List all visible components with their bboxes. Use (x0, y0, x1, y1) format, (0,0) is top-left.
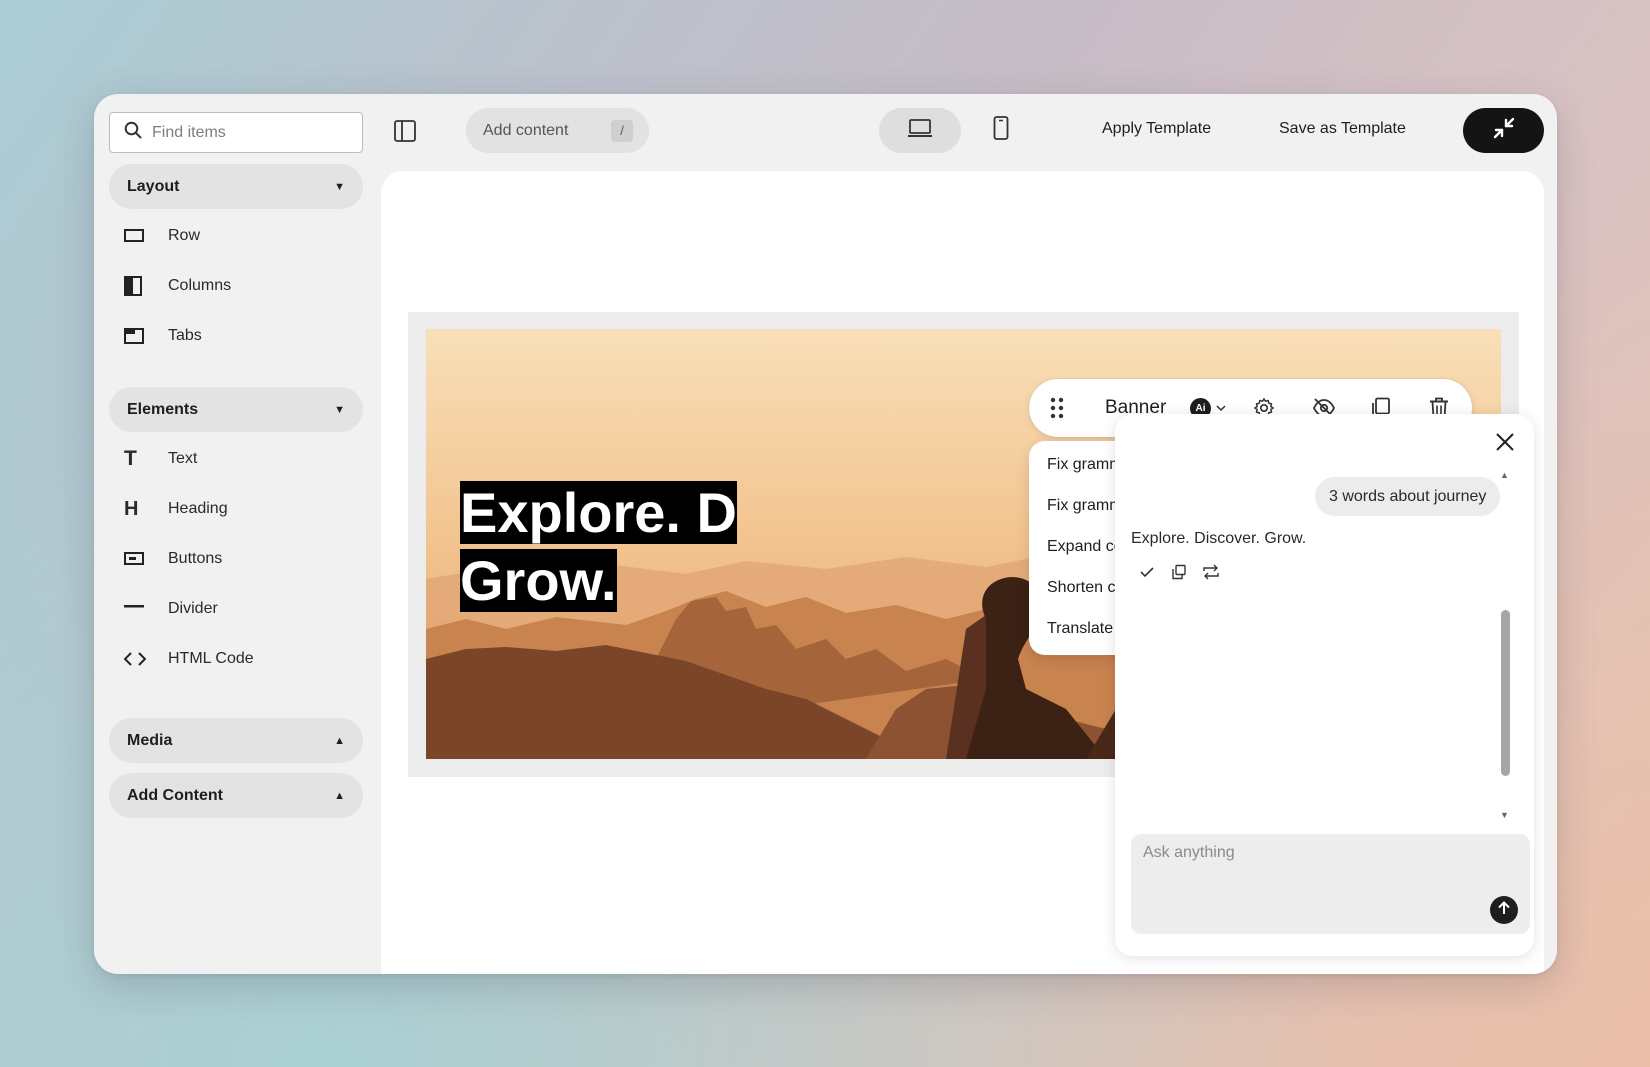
row-icon (124, 229, 154, 243)
assistant-reply: Explore. Discover. Grow. (1131, 530, 1307, 547)
sidebar-item-html-code[interactable]: HTML Code (124, 644, 344, 674)
heading-H-icon: H (124, 497, 139, 520)
section-title: Elements (127, 400, 199, 418)
mobile-view-button[interactable] (981, 108, 1021, 153)
banner-headline[interactable]: Explore. D Grow. (460, 479, 737, 615)
shortcut-key: / (611, 119, 633, 142)
sidebar-item-label: Columns (168, 277, 232, 294)
section-media[interactable]: Media ▲ (109, 718, 363, 763)
desktop-view-button[interactable] (879, 108, 961, 153)
close-icon[interactable] (1495, 432, 1515, 457)
section-title: Media (127, 731, 173, 749)
sidebar-item-divider[interactable]: Divider (124, 594, 344, 624)
mobile-icon (993, 116, 1009, 145)
sidebar-item-label: Text (168, 450, 198, 467)
sidebar-item-label: Buttons (168, 550, 223, 567)
regenerate-icon[interactable] (1201, 562, 1221, 582)
editor-window: Layout ▼ Row Columns Tabs Elements ▼ T T… (94, 94, 1557, 974)
caret-down-icon: ▼ (334, 180, 345, 193)
section-title: Add Content (127, 786, 223, 804)
sidebar-item-buttons[interactable]: Buttons (124, 544, 344, 574)
sidebar-item-heading[interactable]: H Heading (124, 494, 344, 524)
apply-template-button[interactable]: Apply Template (1102, 120, 1211, 138)
sidebar-item-tabs[interactable]: Tabs (124, 321, 344, 351)
check-icon[interactable] (1137, 562, 1157, 582)
scrollbar-thumb[interactable] (1501, 610, 1510, 776)
columns-icon (124, 276, 154, 296)
caret-up-icon: ▲ (334, 734, 345, 747)
section-layout[interactable]: Layout ▼ (109, 164, 363, 209)
tabs-icon (124, 328, 154, 344)
copy-icon[interactable] (1169, 562, 1189, 582)
add-content-label: Add content (483, 121, 569, 139)
scroll-down-arrow-icon[interactable]: ▼ (1500, 810, 1509, 820)
arrow-up-icon (1496, 900, 1512, 921)
chat-input-box[interactable] (1131, 834, 1530, 934)
search-input[interactable] (152, 123, 352, 142)
code-icon (124, 651, 154, 667)
headline-line-1: Explore. D (460, 481, 737, 544)
save-as-template-button[interactable]: Save as Template (1279, 120, 1406, 138)
section-elements[interactable]: Elements ▼ (109, 387, 363, 432)
laptop-icon (907, 118, 933, 143)
scroll-up-arrow-icon[interactable]: ▲ (1500, 470, 1509, 480)
add-content-button[interactable]: Add content / (466, 108, 649, 153)
search-box[interactable] (109, 112, 363, 153)
divider-icon (124, 602, 154, 616)
send-button[interactable] (1490, 896, 1518, 924)
sidebar-item-label: HTML Code (168, 650, 254, 667)
collapse-button[interactable] (1463, 108, 1544, 153)
button-icon (124, 552, 154, 566)
sidebar-item-label: Row (168, 227, 201, 244)
drag-handle-icon[interactable] (1047, 397, 1067, 419)
sidebar-item-row[interactable]: Row (124, 221, 344, 251)
headline-line-2: Grow. (460, 549, 617, 612)
text-T-icon: T (124, 447, 137, 470)
sidebar-item-text[interactable]: T Text (124, 444, 344, 474)
sidebar-item-label: Tabs (168, 327, 202, 344)
ai-chat-panel: ▲ 3 words about journey Explore. Discove… (1115, 414, 1534, 956)
search-icon (124, 121, 142, 144)
caret-up-icon: ▲ (334, 789, 345, 802)
sidebar-item-columns[interactable]: Columns (124, 271, 344, 301)
sidebar-panel-icon[interactable] (388, 114, 422, 148)
sidebar-item-label: Divider (168, 600, 218, 617)
section-title: Layout (127, 177, 180, 195)
caret-down-icon: ▼ (334, 403, 345, 416)
reply-actions (1137, 562, 1221, 582)
section-add-content[interactable]: Add Content ▲ (109, 773, 363, 818)
user-message: 3 words about journey (1315, 477, 1501, 516)
sidebar-item-label: Heading (168, 500, 228, 517)
minimize-arrows-icon (1491, 115, 1517, 146)
chat-input[interactable] (1143, 844, 1483, 862)
